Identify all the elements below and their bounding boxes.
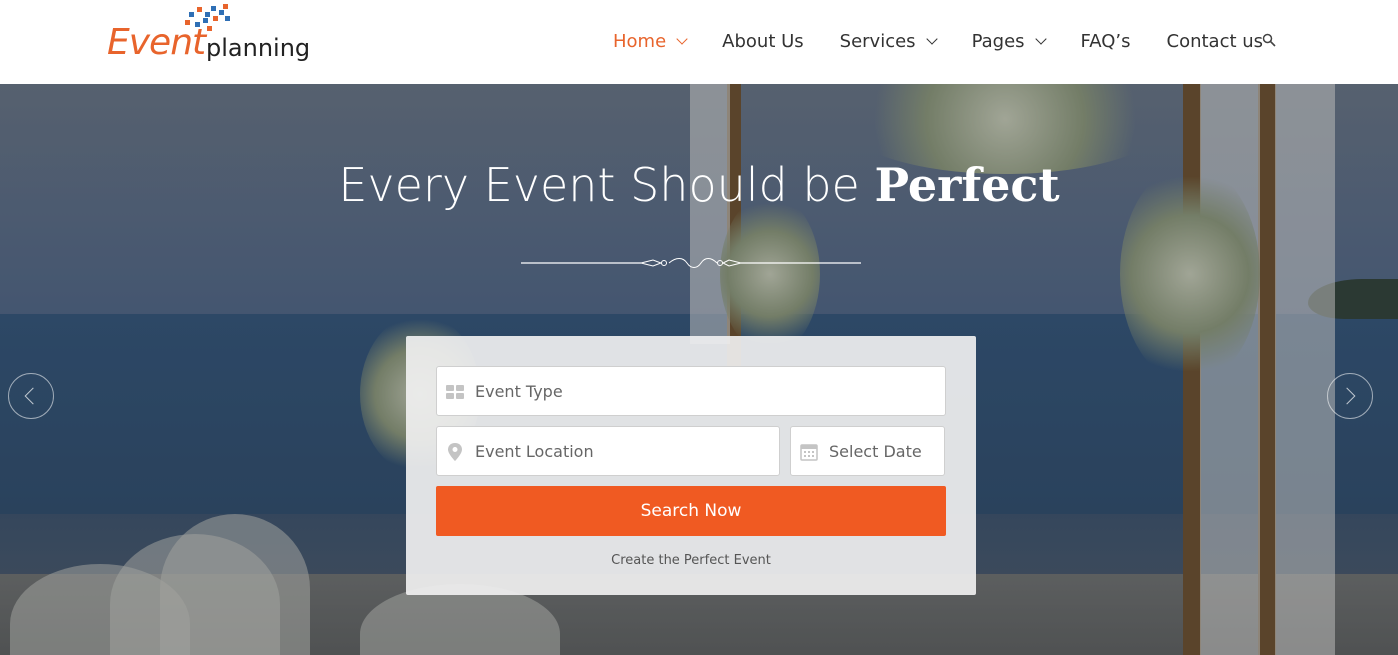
event-location-field[interactable]: Event Location xyxy=(436,426,780,476)
event-search-form: Event Type Event Location Select Date Se… xyxy=(406,336,976,595)
nav-item-home[interactable]: Home xyxy=(613,30,688,52)
nav-label-pages: Pages xyxy=(971,30,1025,52)
nav-label-contact-us: Contact us xyxy=(1166,30,1264,52)
hero-title-bold: Perfect xyxy=(874,158,1060,212)
nav-item-about-us[interactable]: About Us xyxy=(722,31,804,52)
main-nav: Home About Us Services Pages FAQ’s Conta… xyxy=(613,28,1263,54)
nav-item-faqs[interactable]: FAQ’s xyxy=(1081,31,1131,52)
logo-planning-text: planning xyxy=(206,34,311,62)
nav-item-pages[interactable]: Pages xyxy=(971,30,1047,52)
ornament-divider xyxy=(521,258,861,268)
hero-title-light: Every Event Should be xyxy=(338,158,875,212)
slider-next-button[interactable] xyxy=(1327,373,1373,419)
slider-prev-button[interactable] xyxy=(8,373,54,419)
hero-title: Every Event Should be Perfect xyxy=(0,158,1398,212)
event-planning-logo[interactable]: Event planning xyxy=(107,4,317,74)
chevron-down-icon xyxy=(676,32,688,45)
nav-label-about-us: About Us xyxy=(722,30,804,52)
search-now-button[interactable]: Search Now xyxy=(436,486,946,536)
site-header: Event planning Home About Us Services Pa… xyxy=(0,0,1398,84)
event-type-placeholder: Event Type xyxy=(475,382,563,401)
grid-icon xyxy=(446,385,464,399)
event-location-placeholder: Event Location xyxy=(475,442,594,461)
hero-slider: Every Event Should be Perfect Event Type xyxy=(0,84,1398,655)
nav-label-faqs: FAQ’s xyxy=(1080,30,1131,52)
event-type-field[interactable]: Event Type xyxy=(436,366,946,416)
nav-item-services[interactable]: Services xyxy=(839,30,938,52)
search-tagline: Create the Perfect Event xyxy=(611,553,771,568)
chevron-down-icon xyxy=(925,32,938,45)
chevron-down-icon xyxy=(1034,32,1047,45)
calendar-icon xyxy=(800,444,818,461)
map-pin-icon xyxy=(448,443,462,461)
logo-event-text: Event xyxy=(107,22,206,63)
search-icon[interactable] xyxy=(1262,33,1276,47)
select-date-placeholder: Select Date xyxy=(829,442,922,461)
nav-label-home: Home xyxy=(613,30,667,52)
nav-item-contact-us[interactable]: Contact us xyxy=(1167,31,1264,52)
select-date-field[interactable]: Select Date xyxy=(790,426,945,476)
nav-label-services: Services xyxy=(839,30,916,52)
